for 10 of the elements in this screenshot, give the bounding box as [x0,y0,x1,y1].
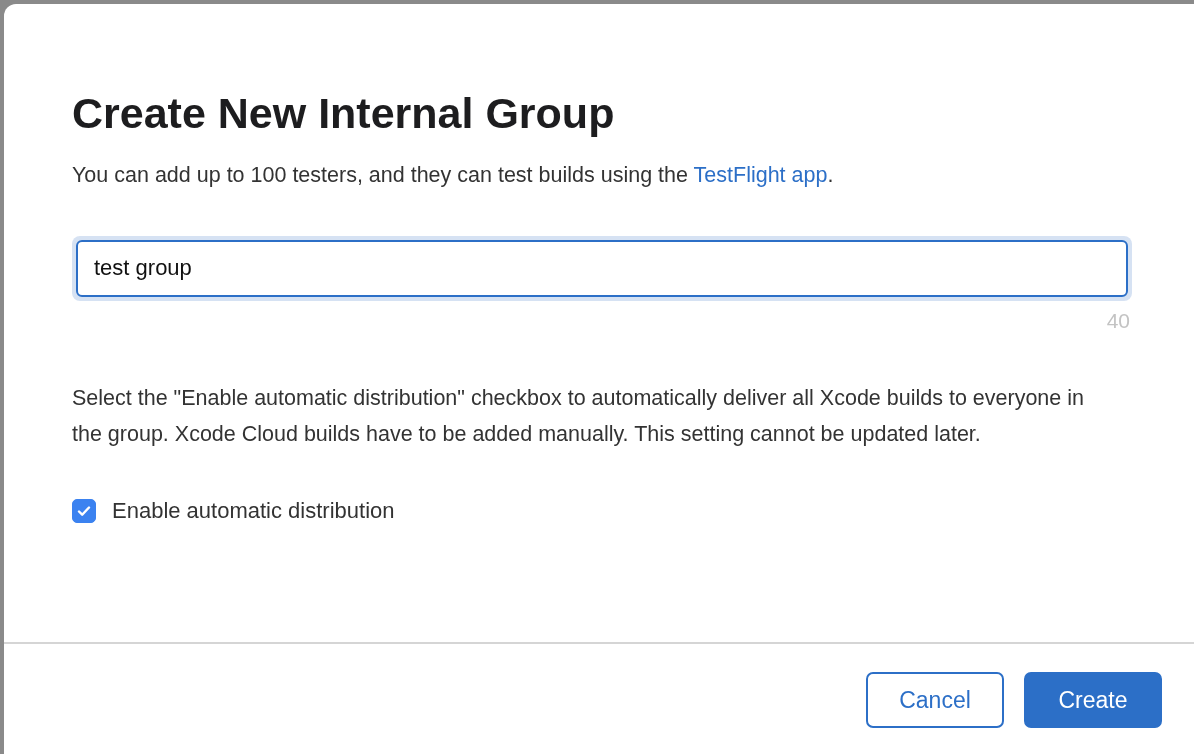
checkbox-label[interactable]: Enable automatic distribution [112,494,395,528]
dialog-title: Create New Internal Group [72,90,616,138]
character-counter: 40 [1106,308,1130,332]
description-text: Select the "Enable automatic distribution" checkbox to automatically deliver all Xcode builds to everyone in the group. Xcode Cloud builds have to be added manually. This setting cannot be updated later. [72,385,1085,449]
checkbox[interactable] [72,498,96,523]
intro-text: You can add up to 100 testers, and they can test builds using the TestFlight app. [72,162,835,190]
create-button[interactable]: Create [1024,672,1162,728]
cancel-button[interactable]: Cancel [866,672,1004,728]
group-name-field[interactable]: test group [76,239,1128,297]
testflight-link[interactable]: TestFlight app [693,163,828,188]
